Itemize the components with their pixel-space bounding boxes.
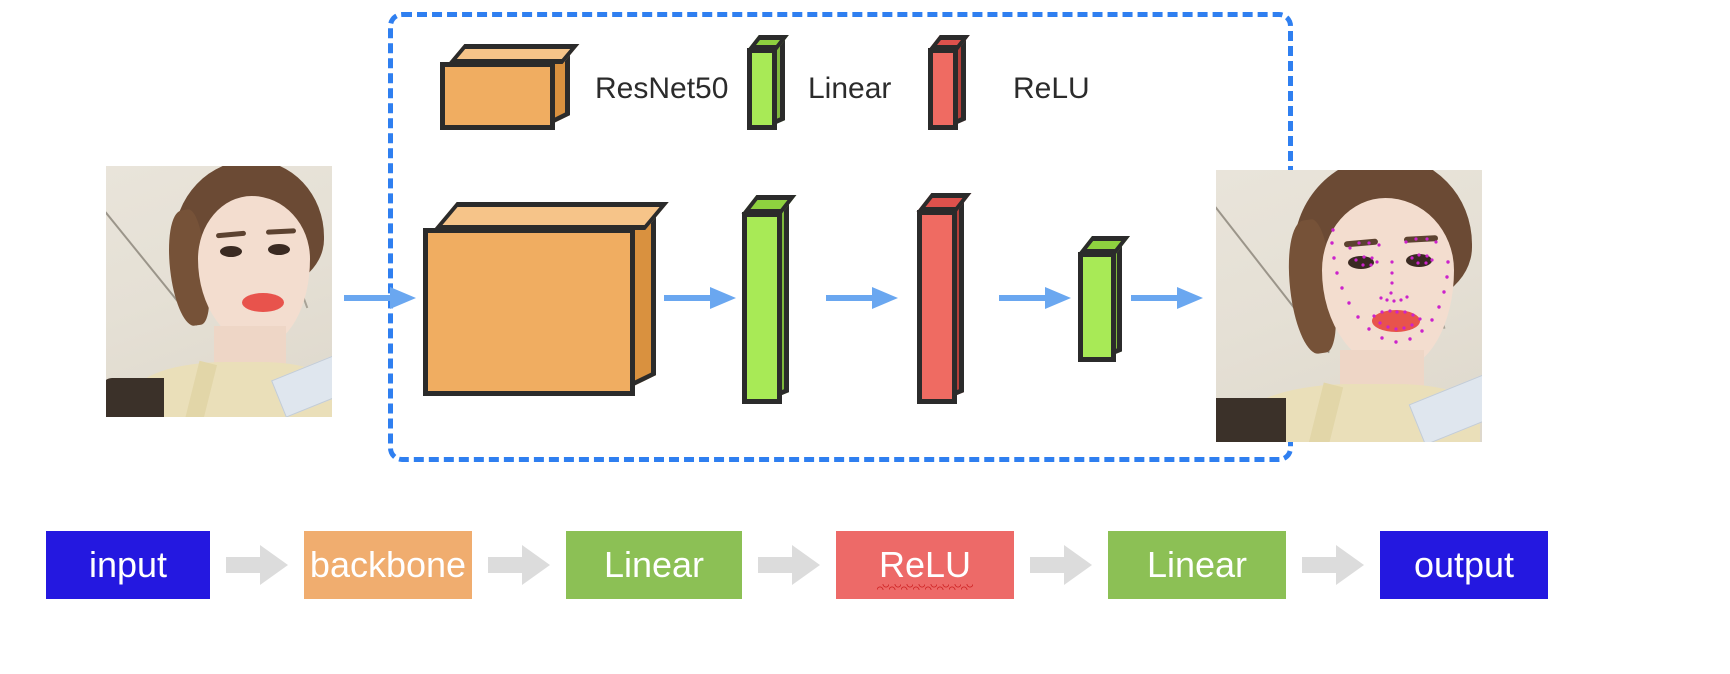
flow-step-input[interactable]: input <box>46 531 210 599</box>
flow-step-relu[interactable]: ReLU <box>836 531 1014 599</box>
legend-label-relu: ReLU <box>1013 72 1090 105</box>
flow-step-label: Linear <box>1146 544 1248 585</box>
arrow-relu-to-linear2 <box>999 287 1071 309</box>
flow-step-label: Linear <box>603 544 705 585</box>
photo-eye-right <box>268 244 290 255</box>
output-image <box>1216 170 1482 442</box>
flow-step-label: output <box>1413 544 1515 585</box>
block-front-face <box>928 48 958 130</box>
block-front-face <box>1078 252 1116 362</box>
pipeline-block-linear-2 <box>1077 236 1131 362</box>
block-front-face <box>423 228 635 396</box>
flow-step-label: ReLU <box>876 544 974 590</box>
flow-step-backbone[interactable]: backbone <box>304 531 472 599</box>
flow-legend-bar: input backbone Linear ReLU Linear output <box>0 520 1730 610</box>
pipeline-block-linear-1 <box>741 195 797 404</box>
flow-arrow-icon <box>758 545 820 585</box>
block-front-face <box>742 212 782 404</box>
legend-label-linear: Linear <box>808 72 892 105</box>
block-top-face <box>433 202 669 230</box>
flow-step-label: input <box>88 544 168 585</box>
flow-step-linear-1[interactable]: Linear <box>566 531 742 599</box>
legend-shape-resnet50 <box>440 44 580 130</box>
arrow-linear1-to-relu <box>826 287 898 309</box>
flow-step-label: backbone <box>309 544 467 585</box>
flow-arrow-icon <box>1030 545 1092 585</box>
facial-landmarks-overlay <box>1330 228 1450 344</box>
block-front-face <box>747 48 777 130</box>
photo-eye-left <box>220 246 242 257</box>
pipeline-block-backbone <box>423 202 669 396</box>
flow-arrow-icon <box>226 545 288 585</box>
arrow-linear2-to-output <box>1131 287 1203 309</box>
flow-arrow-icon <box>1302 545 1364 585</box>
flow-step-output[interactable]: output <box>1380 531 1548 599</box>
photo-dark-corner <box>106 378 164 417</box>
input-image <box>106 166 332 417</box>
legend-shape-linear <box>747 35 789 130</box>
block-front-face <box>440 62 555 130</box>
block-top-face <box>447 44 580 64</box>
pipeline-block-relu <box>916 193 972 404</box>
legend-label-resnet50: ResNet50 <box>595 72 729 105</box>
flow-arrow-icon <box>488 545 550 585</box>
photo-lips <box>242 293 284 312</box>
flow-step-linear-2[interactable]: Linear <box>1108 531 1286 599</box>
block-front-face <box>917 210 957 404</box>
arrow-input-to-backbone <box>344 287 416 309</box>
arrow-backbone-to-linear1 <box>664 287 736 309</box>
legend-shape-relu <box>928 35 970 130</box>
